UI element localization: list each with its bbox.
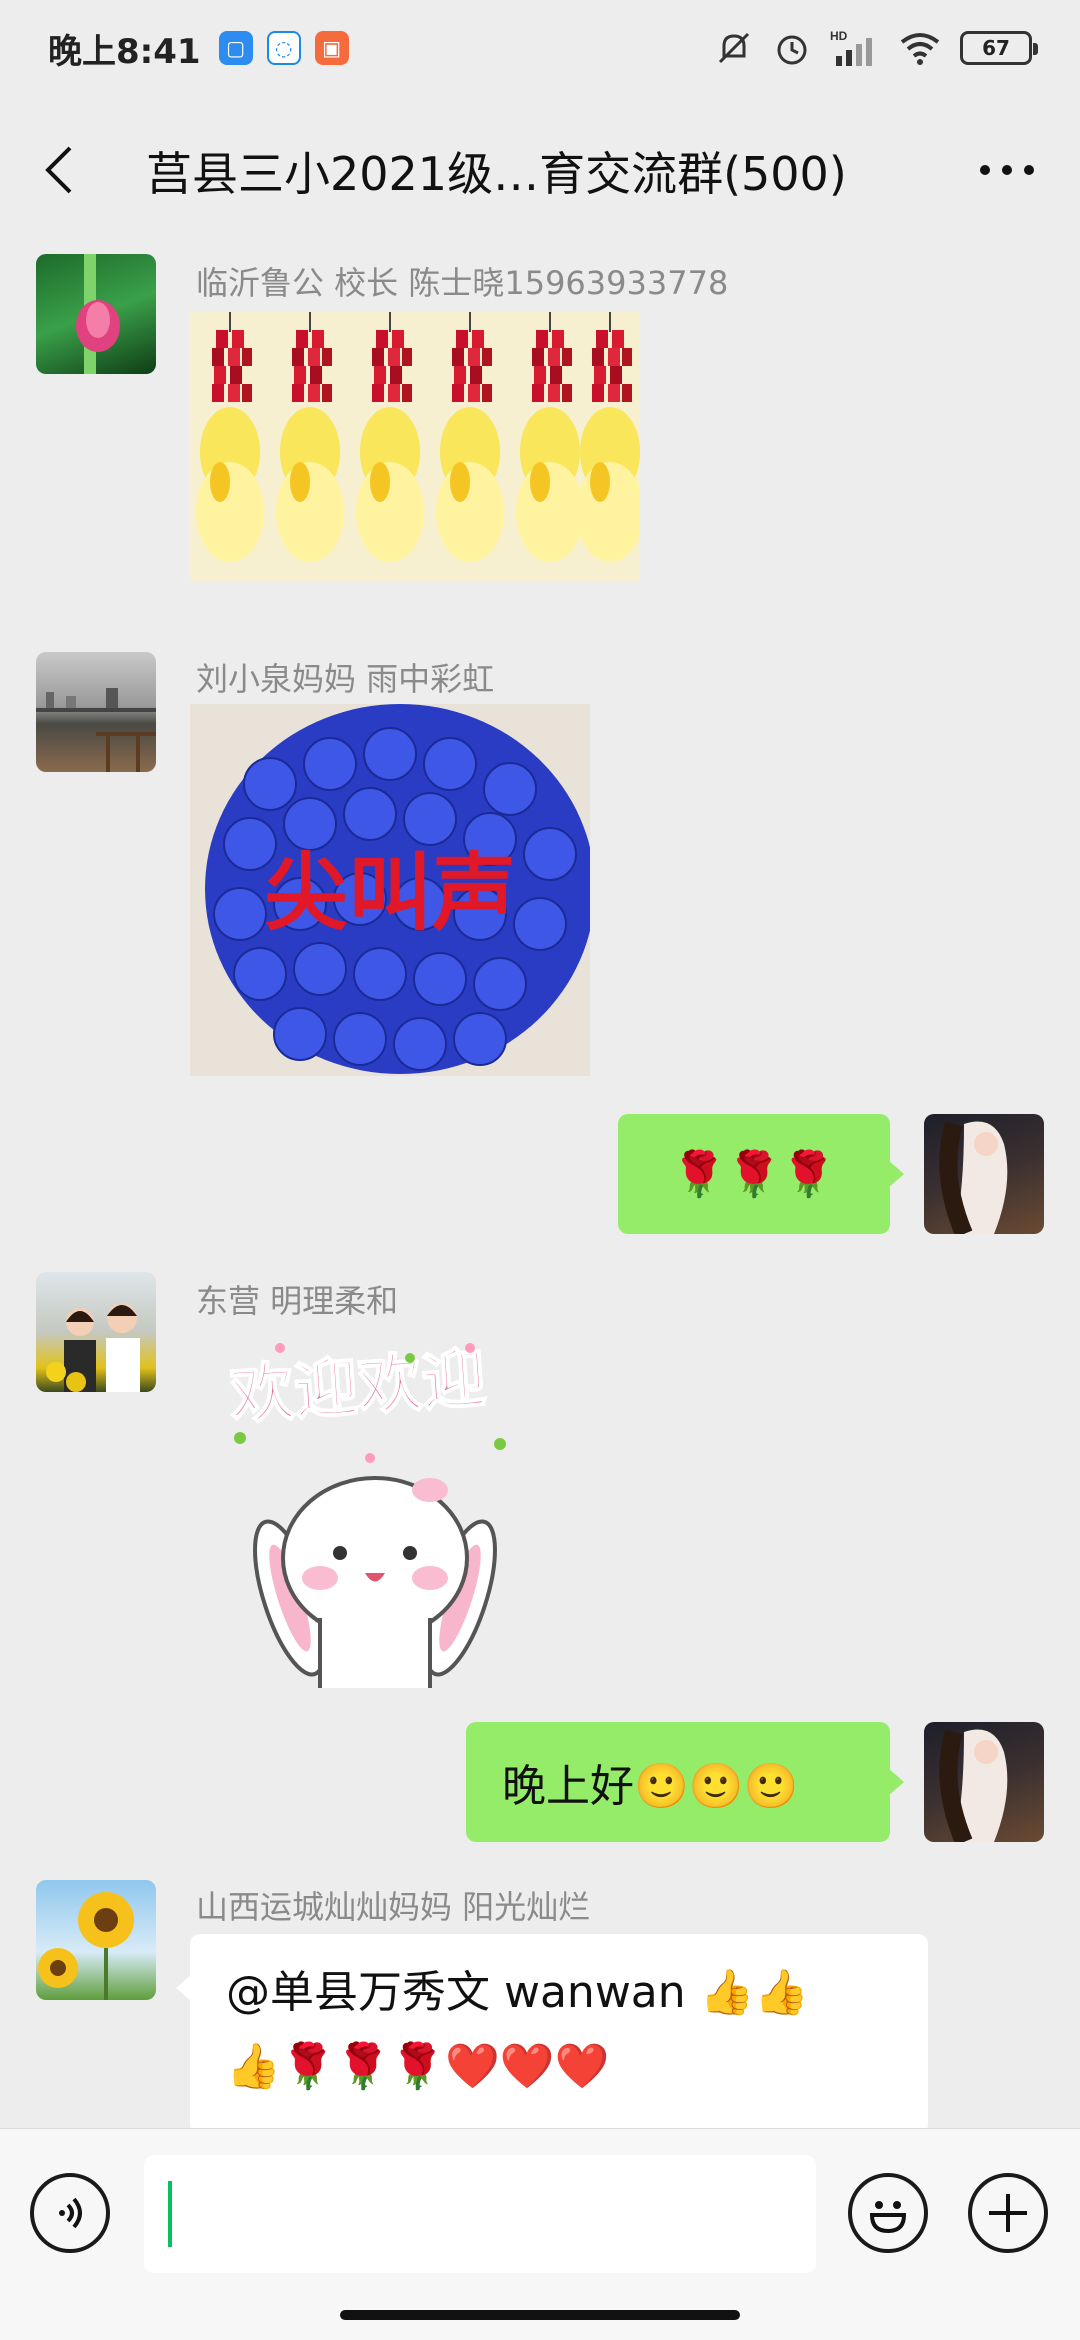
my-message-bubble[interactable]: 🌹🌹🌹 bbox=[618, 1114, 904, 1234]
sender-name: 刘小泉妈妈 雨中彩虹 bbox=[196, 660, 495, 698]
plus-button[interactable] bbox=[968, 2173, 1048, 2253]
sticker-text: 欢迎欢迎 bbox=[227, 1342, 489, 1434]
shop-notification-icon: ▣ bbox=[314, 31, 349, 65]
back-button[interactable] bbox=[0, 110, 120, 230]
svg-text:HD: HD bbox=[830, 29, 848, 43]
chat-header: 莒县三小2021级…育交流群(500) bbox=[0, 110, 1080, 230]
avatar[interactable] bbox=[36, 1272, 156, 1392]
message-text: 🌹🌹🌹 bbox=[671, 1149, 837, 1200]
sender-name: 临沂鲁公 校长 陈士晓15963933778 bbox=[196, 264, 729, 302]
status-bar: 晚上8:41 ▢ ◌ ▣ HD 67 bbox=[0, 0, 1080, 96]
emoji-icon bbox=[869, 2201, 907, 2234]
my-avatar[interactable] bbox=[924, 1722, 1044, 1842]
more-icon bbox=[980, 165, 1034, 175]
sender-name: 山西运城灿灿妈妈 阳光灿烂 bbox=[196, 1888, 591, 1926]
my-avatar[interactable] bbox=[924, 1114, 1044, 1234]
avatar[interactable] bbox=[36, 254, 156, 374]
text-caret bbox=[168, 2181, 172, 2247]
welcome-sticker[interactable]: 欢迎欢迎 bbox=[210, 1328, 530, 1688]
image-caption: 尖叫声 bbox=[264, 844, 516, 942]
plus-icon bbox=[989, 2194, 1027, 2232]
my-message-bubble[interactable]: 晚上好🙂🙂🙂 bbox=[466, 1722, 904, 1842]
sender-name: 东营 明理柔和 bbox=[196, 1282, 399, 1320]
chat-title: 莒县三小2021级…育交流群(500) bbox=[146, 147, 847, 201]
firecrackers-image[interactable] bbox=[190, 312, 640, 582]
home-indicator[interactable] bbox=[340, 2310, 740, 2320]
signal-icon: HD bbox=[830, 28, 880, 68]
more-button[interactable] bbox=[962, 138, 1052, 202]
mute-icon bbox=[714, 28, 754, 68]
avatar[interactable] bbox=[36, 652, 156, 772]
message-input[interactable] bbox=[144, 2155, 816, 2273]
message-text-line: @单县万秀文 wanwan 👍👍 bbox=[226, 1967, 810, 2018]
message-text: 晚上好🙂🙂🙂 bbox=[502, 1761, 799, 1812]
input-bar bbox=[0, 2128, 1080, 2340]
battery-indicator: 67 bbox=[960, 31, 1038, 65]
back-arrow-icon bbox=[45, 146, 72, 194]
voice-button[interactable] bbox=[30, 2173, 110, 2253]
emoji-button[interactable] bbox=[848, 2173, 928, 2253]
status-time: 晚上8:41 bbox=[48, 31, 201, 72]
app-notification-icon: ▢ bbox=[218, 31, 253, 65]
incoming-message-bubble[interactable]: @单县万秀文 wanwan 👍👍 👍🌹🌹🌹❤️❤️❤️ bbox=[176, 1934, 928, 2134]
chat-notification-icon: ◌ bbox=[266, 31, 301, 65]
alarm-icon bbox=[772, 28, 812, 68]
voice-icon bbox=[59, 2197, 82, 2229]
blue-roses-image[interactable]: 尖叫声 bbox=[190, 704, 590, 1076]
message-text-line: 👍🌹🌹🌹❤️❤️❤️ bbox=[226, 2041, 610, 2092]
avatar[interactable] bbox=[36, 1880, 156, 2000]
wifi-icon bbox=[898, 28, 942, 68]
